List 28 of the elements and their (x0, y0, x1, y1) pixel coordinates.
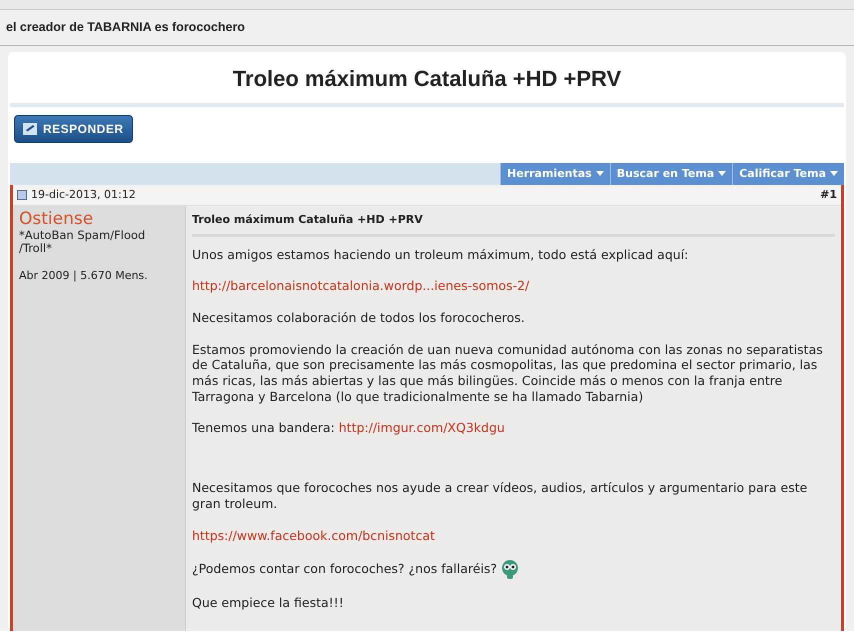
post-paragraph: Necesitamos que forocoches nos ayude a crear vídeos, audios, artículos y argumentario para este gran troleum. (192, 480, 808, 512)
thread-title: el creador de TABARNIA es forocochero (6, 20, 245, 34)
reply-button[interactable]: RESPONDER (14, 114, 133, 143)
caret-icon (596, 171, 604, 176)
menu-button[interactable]: Calificar Tema (732, 162, 844, 185)
post-text: Tenemos una bandera: (192, 420, 335, 436)
user-stats: Abr 2009 | 5.670 Mens. (19, 268, 149, 284)
post-paragraph: Estamos promoviendo la creación de uan nueva comunidad autónoma con las zonas no separatistas de Cataluña, que son precisamente las más cosmopolitas, las que predomina el sector primario, las más ricas, las más abiertas y las que más bilingües. Coincide más o menos con la franja entre Tarragona y Barcelona (lo que tradicionalmente se ha llamado Tabarnia) (192, 342, 824, 404)
post-subject: Troleo máximum Cataluña +HD +PRV (192, 210, 835, 237)
smiley-icon (501, 559, 520, 580)
caret-icon (718, 171, 726, 176)
post-link[interactable]: http://imgur.com/XQ3kdgu (338, 420, 505, 436)
topic-title: Troleo máximum Cataluña +HD +PRV (232, 66, 622, 91)
post-paragraph: Necesitamos colaboración de todos los forococheros. (192, 310, 526, 326)
post-date: 19-dic-2013, 01:12 (31, 186, 136, 203)
menu-button[interactable]: Buscar en Tema (610, 162, 732, 185)
post-paragraph: Unos amigos estamos haciendo un troleum máximum, todo está explicad aquí: (192, 246, 690, 262)
caret-icon (830, 171, 838, 176)
post-text: ¿Podemos contar con forocoches? ¿nos fallaréis? (192, 561, 498, 577)
user-title: *AutoBan Spam/Flood /Troll* (19, 228, 146, 254)
author-name[interactable]: Ostiense (19, 210, 179, 229)
post-link[interactable]: http://barcelonaisnotcatalonia.wordp...ienes-somos-2/ (192, 278, 530, 294)
edit-icon (23, 122, 37, 135)
post-icon (17, 190, 27, 200)
post-link[interactable]: https://www.facebook.com/bcnisnotcat (192, 528, 435, 542)
post-number[interactable]: #1 (820, 186, 837, 204)
post-paragraph: Que empiece la fiesta!!! (192, 595, 345, 611)
menu-button[interactable]: Herramientas (500, 162, 610, 185)
